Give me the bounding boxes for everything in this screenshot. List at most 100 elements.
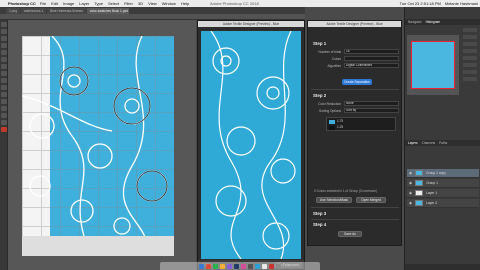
panel-icon[interactable] (463, 70, 477, 74)
app-icon[interactable] (220, 263, 225, 269)
algorithm-row: Algorithm Digital Collectibles (313, 63, 399, 68)
open-merged-button[interactable]: Open Merged (356, 197, 386, 203)
tab-histogram[interactable]: Histogram (426, 20, 441, 24)
tab-paths[interactable]: Paths (439, 141, 447, 145)
panel-icon[interactable] (463, 42, 477, 46)
brush-tool-icon[interactable] (1, 71, 7, 76)
canvas-area[interactable] (8, 20, 196, 270)
color-reduction-row: Color Reduction None (313, 101, 399, 106)
step4-heading: Step 4 (313, 222, 327, 227)
foreground-color-swatch[interactable] (1, 127, 7, 132)
visibility-eye-icon[interactable]: ◉ (409, 181, 412, 185)
magic-wand-tool-icon[interactable] (1, 43, 7, 48)
app-icon[interactable] (248, 263, 253, 269)
app-icon[interactable] (241, 263, 246, 269)
finder-icon[interactable] (199, 263, 204, 269)
trials-input[interactable]: 16 (344, 49, 399, 54)
app-icon[interactable] (255, 263, 260, 269)
divider (311, 89, 399, 90)
visibility-eye-icon[interactable]: ◉ (409, 201, 412, 205)
panel-icon[interactable] (463, 63, 477, 67)
app-icon[interactable] (269, 263, 274, 269)
algorithm-label: Algorithm (327, 63, 341, 68)
visibility-eye-icon[interactable]: ◉ (409, 171, 412, 175)
layer-row[interactable]: ◉ Group 1 (407, 179, 479, 188)
app-icon[interactable] (206, 263, 211, 269)
eyedropper-tool-icon[interactable] (1, 57, 7, 62)
layer-name: Layer 2 (426, 201, 438, 205)
navigator-thumbnail[interactable] (411, 41, 455, 89)
healing-tool-icon[interactable] (1, 64, 7, 69)
document-canvas[interactable] (22, 36, 174, 256)
pattern-window-title[interactable]: Adobe Textile Designer (Preview) - Blue (198, 21, 304, 27)
tab-layers[interactable]: Layers (408, 141, 418, 145)
app-icon[interactable] (262, 263, 267, 269)
menu-select[interactable]: Select (108, 1, 119, 6)
color-reduction-label: Color Reduction (318, 101, 341, 106)
app-icon[interactable] (213, 263, 218, 269)
menu-3d[interactable]: 3D (138, 1, 143, 6)
trials-label: Number of trials (318, 49, 342, 54)
dialog-title[interactable]: Adobe Textile Designer (Preview) - Blue (308, 21, 401, 27)
type-tool-icon[interactable] (1, 106, 7, 111)
colors-input[interactable] (344, 56, 399, 61)
use-selection-button[interactable]: Use Selection/Mask (316, 197, 352, 203)
colors-label: Colors (331, 56, 341, 61)
move-tool-icon[interactable] (1, 22, 7, 27)
swatch-black[interactable] (329, 126, 335, 130)
panel-icon[interactable] (463, 56, 477, 60)
layer-row[interactable]: ◉ Layer 2 (407, 199, 479, 208)
layer-thumbnail (415, 180, 424, 186)
eraser-tool-icon[interactable] (1, 85, 7, 90)
color-list[interactable]: 1.75 1.25 (326, 117, 396, 131)
menu-image[interactable]: Image (63, 1, 74, 6)
crop-tool-icon[interactable] (1, 50, 7, 55)
save-as-button[interactable]: Save As (338, 231, 362, 237)
photoshop-icon[interactable] (234, 263, 239, 269)
user-name[interactable]: Melanie Hashmani (445, 1, 478, 6)
layer-row[interactable]: ◉ Layer 1 (407, 189, 479, 198)
pattern-preview-window: Adobe Textile Designer (Preview) - Blue … (197, 20, 305, 270)
trash-icon[interactable] (276, 263, 281, 269)
hand-tool-icon[interactable] (1, 113, 7, 118)
create-separation-button[interactable]: Create Separation (342, 79, 372, 85)
pen-tool-icon[interactable] (1, 99, 7, 104)
menu-help[interactable]: Help (181, 1, 189, 6)
textile-designer-dialog: Adobe Textile Designer (Preview) - Blue … (307, 20, 402, 246)
lasso-tool-icon[interactable] (1, 36, 7, 41)
gradient-tool-icon[interactable] (1, 92, 7, 97)
tab-navigator[interactable]: Navigator (408, 20, 422, 24)
menu-type[interactable]: Type (94, 1, 103, 6)
menu-view[interactable]: View (148, 1, 157, 6)
pattern-preview-image[interactable] (201, 31, 301, 259)
algorithm-select[interactable]: Digital Collectibles (344, 63, 399, 68)
menu-app-name[interactable]: Photoshop CC (8, 1, 36, 6)
panel-icon[interactable] (463, 77, 477, 81)
color-reduction-select[interactable]: None (344, 101, 399, 106)
sorting-label: Sorting Options (319, 108, 341, 113)
layer-row[interactable]: ◉ Group 1 copy (407, 169, 479, 178)
layer-name: Group 1 (426, 181, 438, 185)
stamp-tool-icon[interactable] (1, 78, 7, 83)
navigator-panel[interactable] (407, 35, 459, 95)
visibility-eye-icon[interactable]: ◉ (409, 191, 412, 195)
marquee-tool-icon[interactable] (1, 29, 7, 34)
app-icon[interactable] (227, 263, 232, 269)
tab-channels[interactable]: Channels (422, 141, 435, 145)
menu-layer[interactable]: Layer (79, 1, 89, 6)
menu-filter[interactable]: Filter (124, 1, 133, 6)
menu-window[interactable]: Window (162, 1, 176, 6)
menu-edit[interactable]: Edit (51, 1, 58, 6)
canvas-bottom-strip (22, 236, 174, 256)
menu-file[interactable]: File (40, 1, 46, 6)
panel-icon[interactable] (463, 35, 477, 39)
clock[interactable]: Tue Oct 23 2:51:18 PM (400, 1, 441, 6)
sorting-select[interactable]: Sort by (344, 108, 399, 113)
dock (160, 262, 320, 270)
panel-icon[interactable] (463, 49, 477, 53)
panel-icon[interactable] (463, 28, 477, 32)
document-tabs: 1.png watercolors-1 Blue Hortensia-Scene… (0, 7, 305, 14)
layer-thumbnail (415, 190, 424, 196)
zoom-tool-icon[interactable] (1, 120, 7, 125)
swatch-blue[interactable] (329, 120, 335, 124)
